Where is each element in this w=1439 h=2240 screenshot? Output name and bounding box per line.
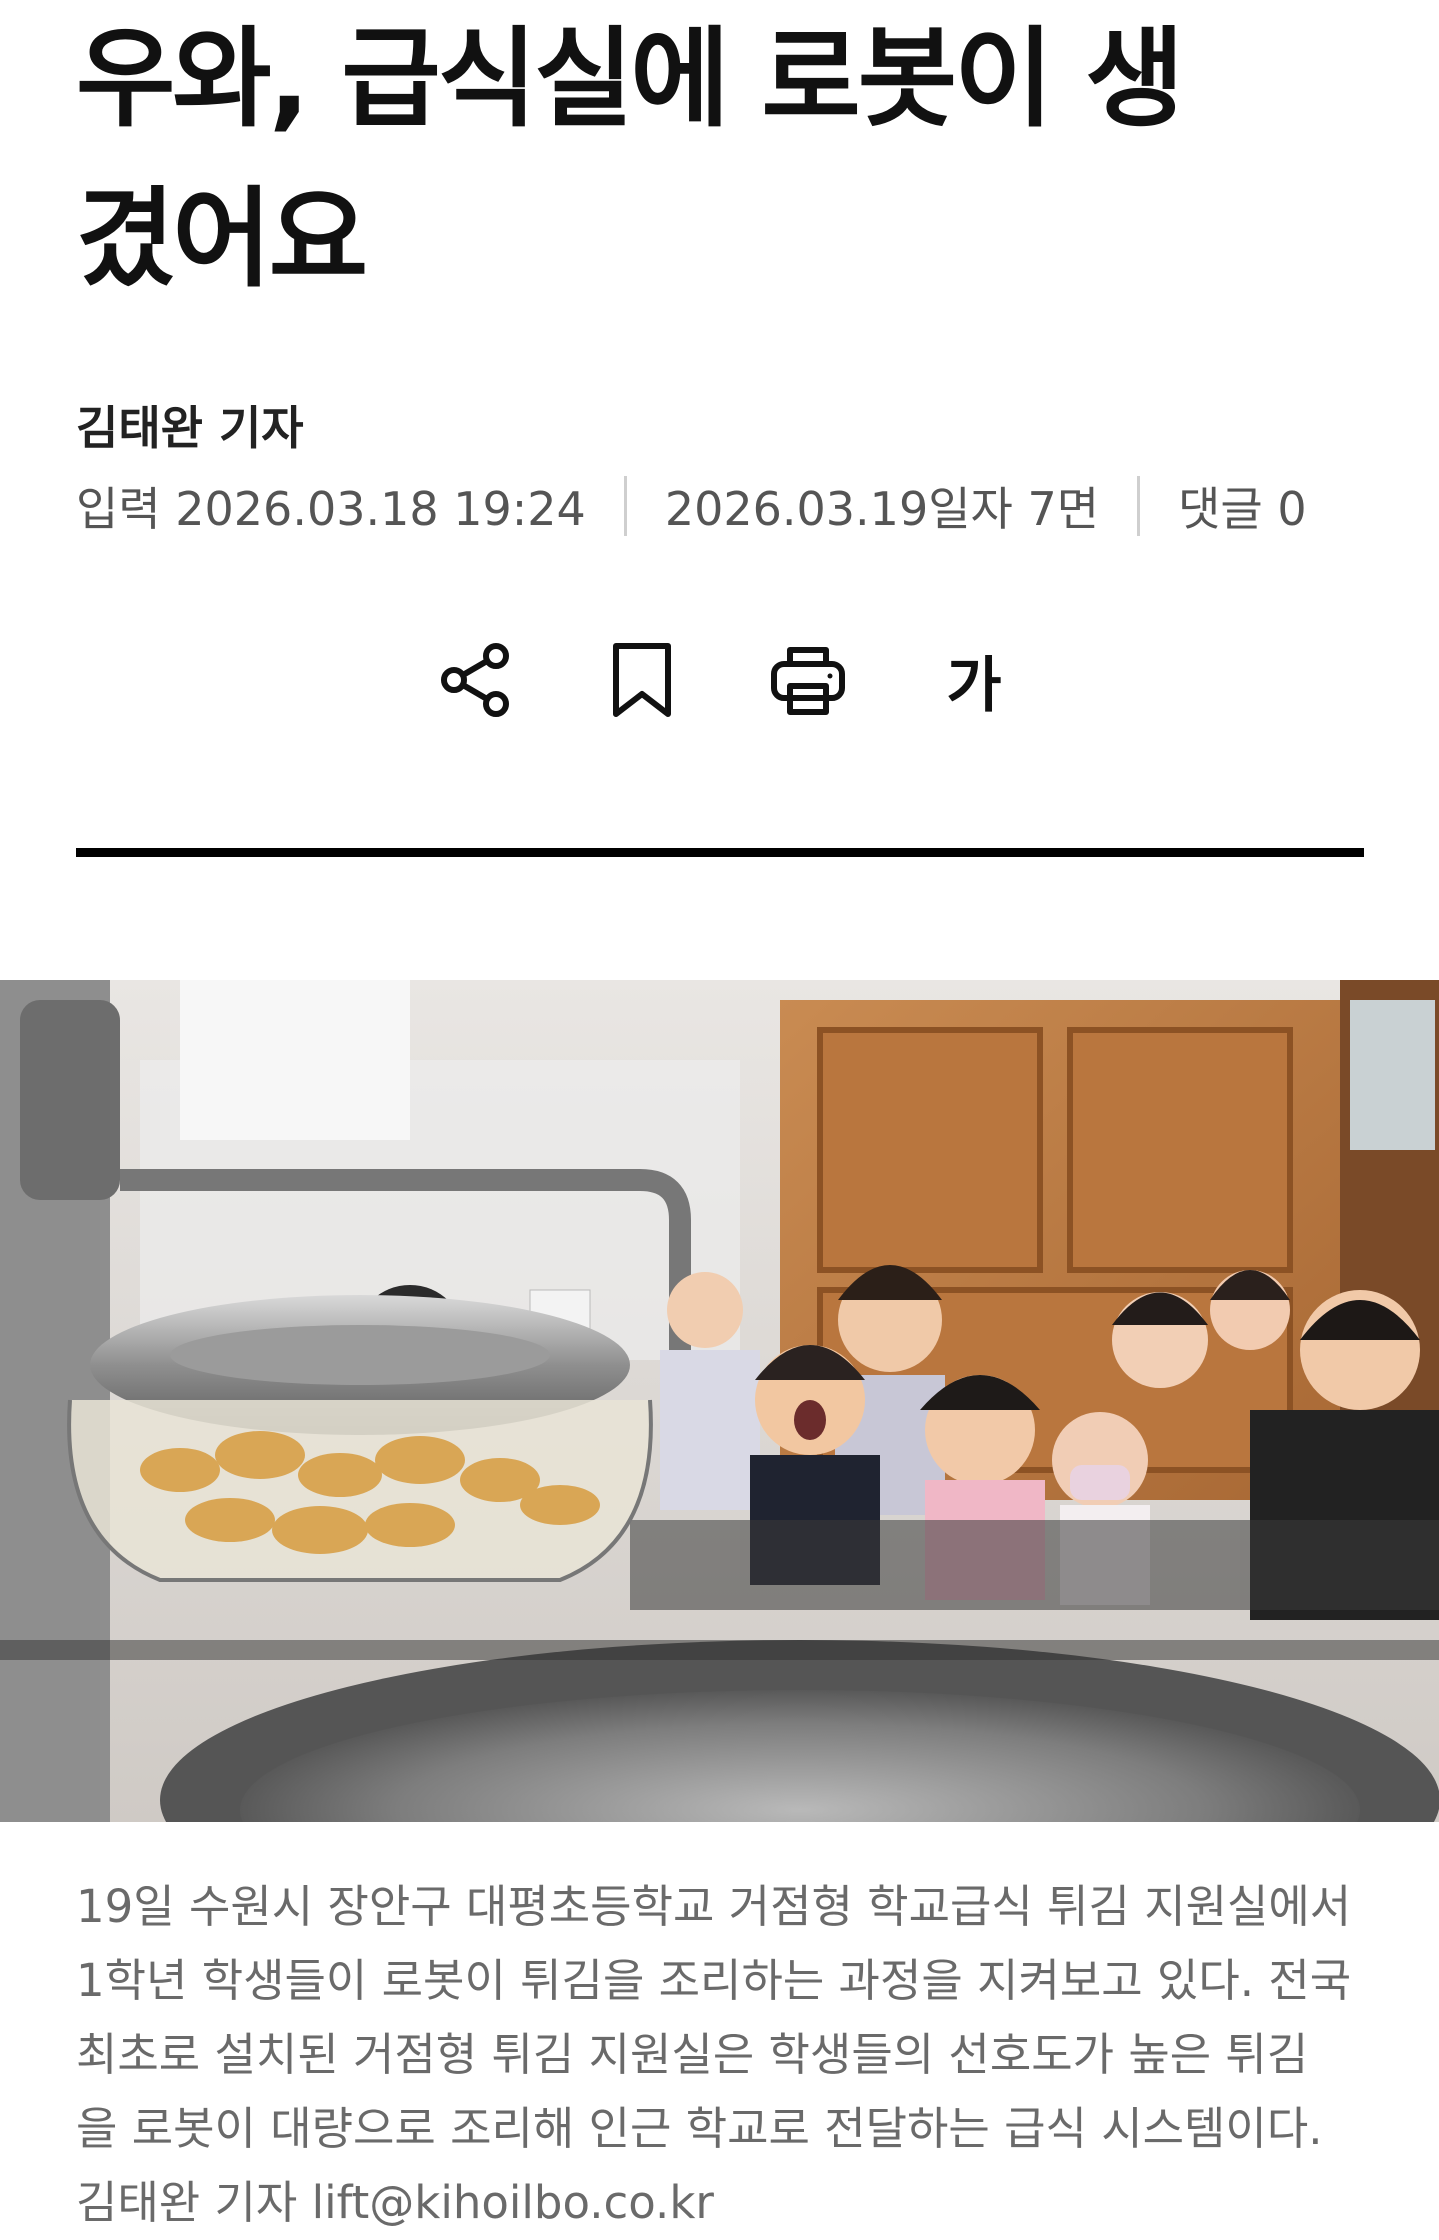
meta-separator — [1137, 476, 1141, 536]
reporter-name[interactable]: 김태완 기자 — [76, 392, 304, 458]
caption-line: 1학년 학생들이 로봇이 튀김을 조리하는 과정을 지켜보고 있다. 전국 — [76, 1954, 1352, 2007]
print-button[interactable] — [762, 634, 854, 726]
caption-line: 최초로 설치된 거점형 튀김 지원실은 학생들의 선호도가 높은 튀김 — [76, 2028, 1309, 2081]
robot-kitchen-photo — [0, 980, 1439, 1822]
bookmark-icon — [613, 643, 671, 717]
caption-line: 을 로봇이 대량으로 조리해 인근 학교로 전달하는 급식 시스템이다. — [76, 2102, 1323, 2155]
print-icon — [771, 647, 845, 715]
comment-count[interactable]: 댓글 0 — [1178, 473, 1307, 539]
article-meta: 입력 2026.03.18 19:24 2026.03.19일자 7면 댓글 0 — [76, 474, 1307, 538]
bookmark-button[interactable] — [596, 634, 688, 726]
edition-info: 2026.03.19일자 7면 — [664, 482, 1100, 536]
caption-credit: 김태완 기자 lift@kihoilbo.co.kr — [76, 2176, 714, 2229]
share-icon — [441, 643, 509, 717]
title-divider — [76, 848, 1364, 857]
article-title-line-1: 우와, 급식실에 로봇이 생 — [76, 17, 1184, 142]
share-button[interactable] — [430, 634, 522, 726]
article-title-line-2: 겼어요 — [76, 177, 368, 302]
article-photo — [0, 980, 1439, 1822]
caption-line: 19일 수원시 장안구 대평초등학교 거점형 학교급식 튀김 지원실에서 — [76, 1880, 1352, 1933]
font-size-button[interactable]: 가 — [928, 634, 1020, 726]
meta-separator — [623, 476, 627, 536]
input-date: 입력 2026.03.18 19:24 — [76, 482, 586, 536]
article-title: 우와, 급식실에 로봇이 생 겼어요 — [76, 0, 1376, 320]
article-toolbar: 가 — [430, 635, 1020, 725]
photo-caption: 19일 수원시 장안구 대평초등학교 거점형 학교급식 튀김 지원실에서 1학년… — [76, 1870, 1376, 2240]
